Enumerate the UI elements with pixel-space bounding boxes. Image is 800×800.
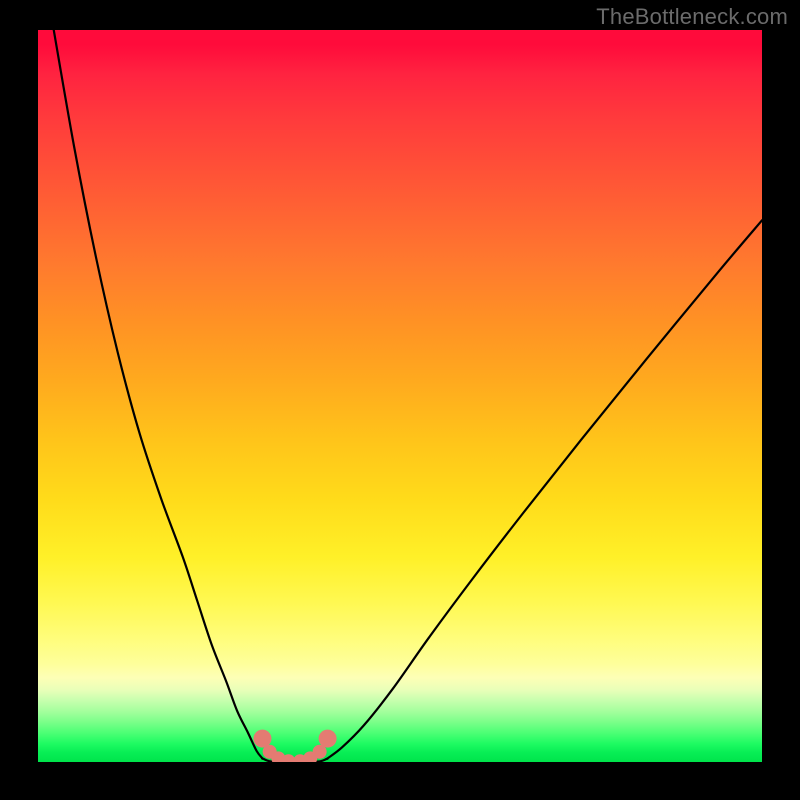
valley-marker — [313, 745, 327, 759]
valley-markers — [253, 730, 336, 762]
chart-frame: TheBottleneck.com — [0, 0, 800, 800]
curve-svg — [38, 30, 762, 762]
bottleneck-curve — [52, 30, 762, 762]
valley-marker — [319, 730, 337, 748]
plot-inner — [38, 30, 762, 762]
plot-area — [38, 30, 762, 762]
watermark-text: TheBottleneck.com — [596, 4, 788, 30]
